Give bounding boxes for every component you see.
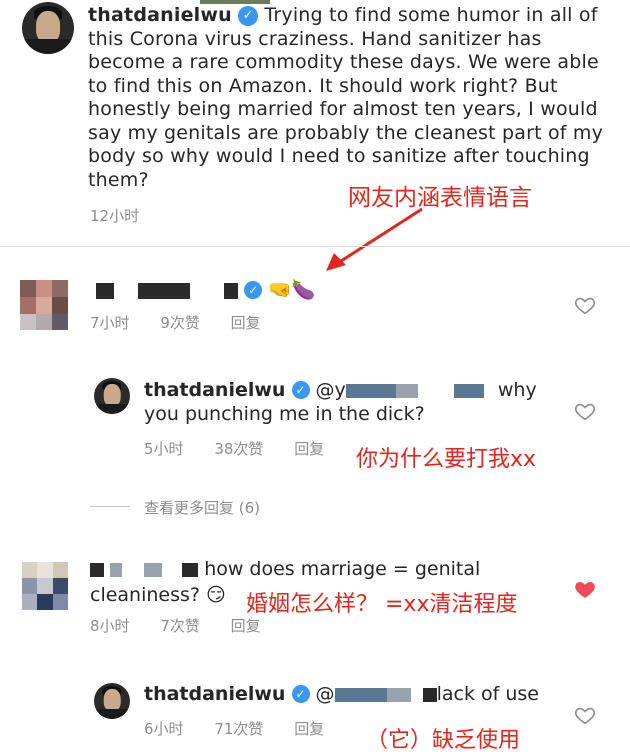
redacted-username — [138, 282, 191, 299]
comment-2-text: how does marriage = genital — [204, 558, 481, 580]
reply-1-text-line2: you punching me in the dick? — [144, 403, 425, 425]
commenter-2-avatar[interactable] — [22, 562, 68, 610]
reply-2-avatar[interactable] — [94, 683, 130, 719]
post-username[interactable]: thatdanielwu — [88, 4, 232, 26]
comment-1-time: 7小时 — [90, 314, 130, 332]
reply-2-mention[interactable]: @ — [316, 683, 335, 705]
redacted-mention — [453, 383, 484, 398]
comment-1-likes[interactable]: 9次赞 — [160, 314, 200, 332]
redacted-mention — [386, 687, 411, 702]
heart-filled-icon[interactable] — [574, 578, 596, 600]
redacted-mention — [422, 687, 437, 702]
reply-1-username[interactable]: thatdanielwu — [144, 379, 285, 401]
redacted-mention — [395, 383, 418, 398]
reply-2-time: 6小时 — [144, 720, 184, 738]
comment-2-meta: 8小时 7次赞 回复 — [90, 615, 287, 636]
reply-1-mention[interactable]: @y — [316, 379, 346, 401]
section-divider — [0, 246, 630, 247]
comment-2-annotation: 婚姻怎么样？ =xx清洁程度 — [246, 592, 518, 617]
reply-2-likes[interactable]: 71次赞 — [214, 720, 263, 738]
post-caption-block: thatdanielwu ✓ Trying to find some humor… — [88, 4, 608, 192]
post-caption: Trying to find some humor in all of this… — [88, 4, 604, 191]
verified-badge-icon: ✓ — [291, 381, 310, 399]
reply-1-avatar[interactable] — [94, 378, 130, 414]
reply-2-text: lack of use — [436, 683, 539, 705]
reply-2-username[interactable]: thatdanielwu — [144, 683, 285, 705]
verified-badge-icon: ✓ — [244, 281, 263, 299]
redacted-username — [110, 562, 123, 577]
comment-1-reply-button[interactable]: 回复 — [231, 314, 261, 332]
reply-1-meta: 5小时 38次赞 回复 — [144, 438, 350, 459]
reply-1-annotation: 你为什么要打我xx — [356, 447, 537, 472]
post-timestamp: 12小时 — [90, 207, 140, 225]
verified-badge-icon: ✓ — [291, 685, 310, 703]
comment-2-text-line2: cleaniness? 😏 — [90, 584, 226, 606]
reply-1-time: 5小时 — [144, 440, 184, 458]
commenter-1-avatar[interactable] — [20, 280, 68, 330]
reply-2-annotation: （它）缺乏使用 — [366, 728, 521, 753]
heart-outline-icon[interactable] — [574, 400, 596, 422]
comment-1-meta: 7小时 9次赞 回复 — [90, 312, 287, 333]
reply-1-reply-button[interactable]: 回复 — [294, 440, 324, 458]
heart-outline-icon[interactable] — [574, 294, 596, 316]
redacted-username — [90, 562, 104, 577]
heart-outline-icon[interactable] — [574, 704, 596, 726]
reply-1-block: thatdanielwu ✓ @y why you punching me in… — [144, 378, 564, 426]
comment-1-emoji: 🤜🍆 — [268, 279, 316, 301]
redacted-mention — [345, 383, 396, 398]
comment-2-time: 8小时 — [90, 617, 130, 635]
verified-badge-icon: ✓ — [238, 6, 259, 26]
post-author-avatar[interactable] — [22, 2, 74, 54]
redacted-username — [144, 562, 163, 577]
view-more-line — [90, 506, 130, 507]
redacted-username — [182, 562, 199, 577]
redacted-username — [224, 282, 239, 299]
reply-1-text: why — [497, 379, 537, 401]
view-more-replies[interactable]: 查看更多回复 (6) — [144, 497, 260, 518]
redacted-username — [96, 282, 114, 299]
comment-2-reply-button[interactable]: 回复 — [231, 617, 261, 635]
arrow-annotation-icon — [326, 207, 423, 271]
reply-2-reply-button[interactable]: 回复 — [294, 720, 324, 738]
comment-2-likes[interactable]: 7次赞 — [160, 617, 200, 635]
reply-1-likes[interactable]: 38次赞 — [214, 440, 263, 458]
comment-1-line: ✓ 🤜🍆 — [96, 278, 316, 301]
redacted-mention — [334, 687, 387, 702]
reply-2-meta: 6小时 71次赞 回复 — [144, 718, 350, 739]
reply-2-block: thatdanielwu ✓ @ lack of use — [144, 682, 574, 706]
